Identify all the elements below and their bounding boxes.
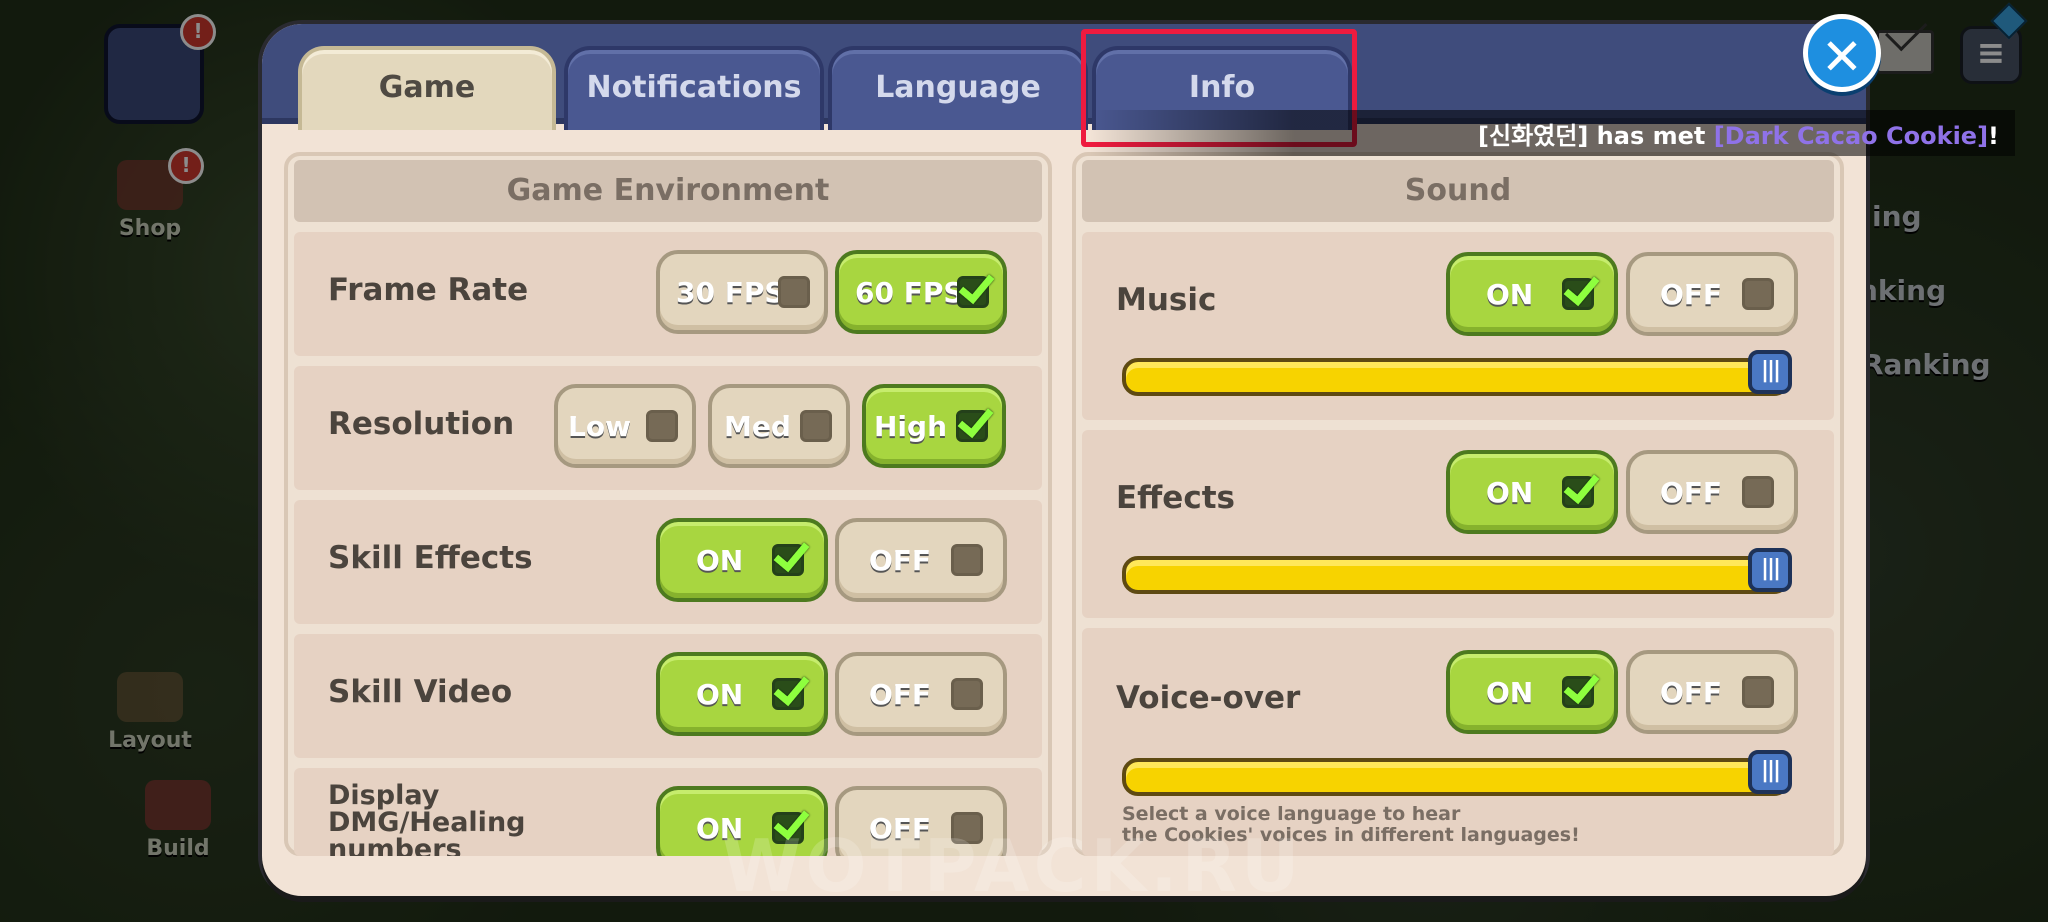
resolution-low-option[interactable]: Low: [554, 384, 696, 468]
check-icon: [957, 276, 989, 308]
slider-handle-icon[interactable]: |||: [1748, 350, 1792, 394]
check-icon: [1562, 676, 1594, 708]
resolution-label: Resolution: [328, 406, 515, 442]
news-ticker: [신화였던] has met [Dark Cacao Cookie]!: [1090, 110, 2015, 156]
voice-over-off-option[interactable]: OFF: [1626, 650, 1798, 734]
check-icon: [772, 544, 804, 576]
close-icon[interactable]: ✕: [1803, 14, 1881, 92]
music-volume-slider[interactable]: |||: [1122, 350, 1792, 396]
checkbox-icon: [800, 410, 832, 442]
check-icon: [1562, 278, 1594, 310]
check-icon: [1562, 476, 1594, 508]
resolution-high-option[interactable]: High: [862, 384, 1006, 468]
checkbox-icon: [951, 544, 983, 576]
slider-handle-icon[interactable]: |||: [1748, 548, 1792, 592]
sound-title: Sound: [1082, 160, 1834, 222]
frame-rate-row: Frame Rate 30 FPS 60 FPS: [294, 232, 1042, 356]
skill-video-row: Skill Video ON OFF: [294, 634, 1042, 758]
music-label: Music: [1116, 282, 1217, 318]
watermark: WOTPACK.RU: [722, 824, 1304, 896]
effects-volume-slider[interactable]: |||: [1122, 548, 1792, 594]
sound-panel: Sound Music ON OFF ||| Effects ON OFF ||…: [1072, 152, 1844, 856]
display-dmg-label: Display DMG/Healing numbers: [328, 780, 526, 856]
tab-game[interactable]: Game: [298, 46, 556, 130]
game-environment-panel: Game Environment Frame Rate 30 FPS 60 FP…: [284, 152, 1052, 856]
effects-row: Effects ON OFF |||: [1082, 430, 1834, 618]
tab-notifications[interactable]: Notifications: [564, 46, 824, 130]
voice-over-row: Voice-over ON OFF ||| Select a voice lan…: [1082, 628, 1834, 856]
checkbox-icon: [1742, 676, 1774, 708]
tab-language[interactable]: Language: [828, 46, 1088, 130]
music-on-option[interactable]: ON: [1446, 252, 1618, 336]
fps-30-option[interactable]: 30 FPS: [656, 250, 828, 334]
check-icon: [772, 678, 804, 710]
voice-over-label: Voice-over: [1116, 680, 1301, 716]
check-icon: [956, 410, 988, 442]
music-off-option[interactable]: OFF: [1626, 252, 1798, 336]
resolution-row: Resolution Low Med High: [294, 366, 1042, 490]
effects-on-option[interactable]: ON: [1446, 450, 1618, 534]
skill-effects-on-option[interactable]: ON: [656, 518, 828, 602]
voice-over-volume-slider[interactable]: |||: [1122, 750, 1792, 796]
skill-effects-row: Skill Effects ON OFF: [294, 500, 1042, 624]
resolution-med-option[interactable]: Med: [708, 384, 850, 468]
game-environment-title: Game Environment: [294, 160, 1042, 222]
voice-hint-line1: Select a voice language to hear: [1122, 803, 1461, 825]
skill-video-off-option[interactable]: OFF: [835, 652, 1007, 736]
frame-rate-label: Frame Rate: [328, 272, 529, 308]
music-row: Music ON OFF |||: [1082, 232, 1834, 420]
ticker-text: [신화였던] has met [Dark Cacao Cookie]!: [1478, 122, 1999, 150]
checkbox-icon: [1742, 278, 1774, 310]
checkbox-icon: [646, 410, 678, 442]
skill-video-on-option[interactable]: ON: [656, 652, 828, 736]
skill-video-label: Skill Video: [328, 674, 513, 710]
checkbox-icon: [951, 678, 983, 710]
slider-handle-icon[interactable]: |||: [1748, 750, 1792, 794]
effects-label: Effects: [1116, 480, 1235, 516]
skill-effects-label: Skill Effects: [328, 540, 533, 576]
voice-over-on-option[interactable]: ON: [1446, 650, 1618, 734]
fps-60-option[interactable]: 60 FPS: [835, 250, 1007, 334]
effects-off-option[interactable]: OFF: [1626, 450, 1798, 534]
ticker-highlight: [Dark Cacao Cookie]: [1713, 122, 1989, 150]
skill-effects-off-option[interactable]: OFF: [835, 518, 1007, 602]
checkbox-icon: [1742, 476, 1774, 508]
checkbox-icon: [778, 276, 810, 308]
